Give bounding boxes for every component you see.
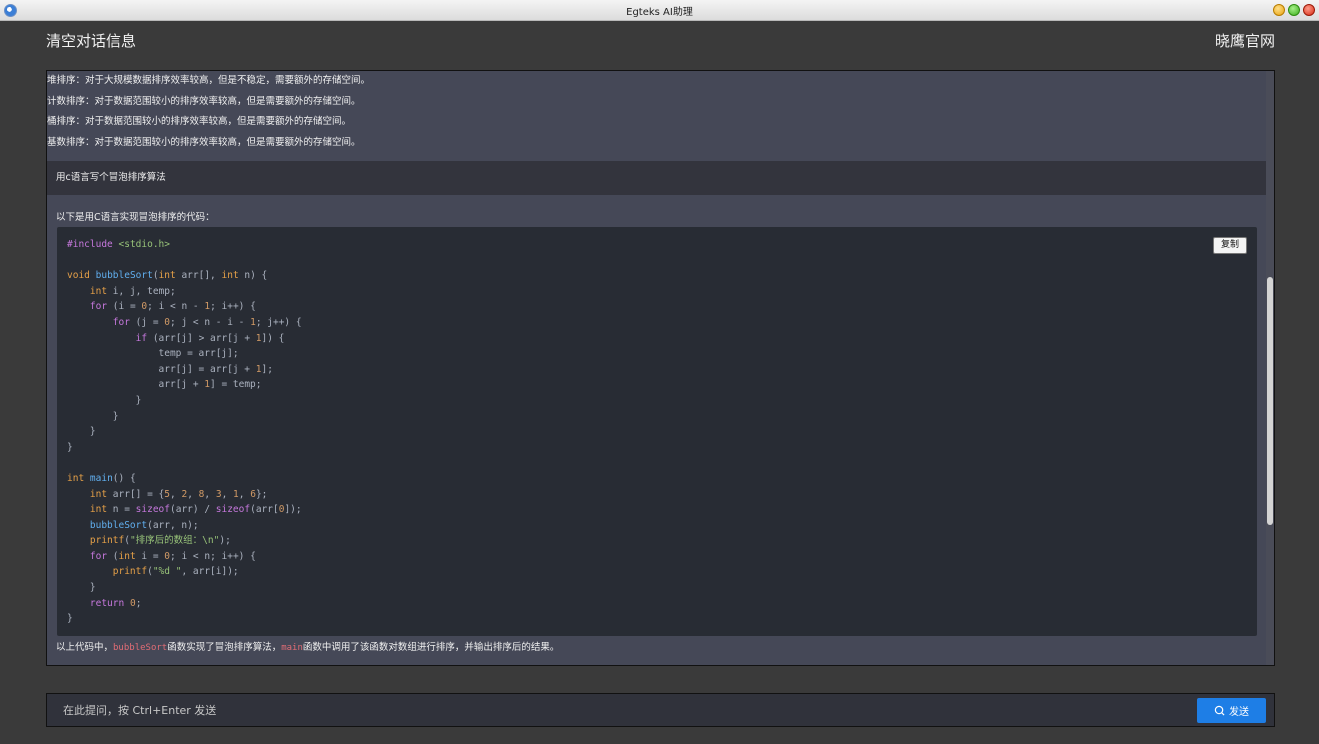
code-line: void bubbleSort(int arr[], int n) { [67,270,268,282]
code-line: arr[j + 1] = temp; [67,379,262,391]
window-title: Egteks AI助理 [626,7,693,18]
code-line: int arr[] = {5, 2, 8, 3, 1, 6}; [89,488,268,500]
code-line: } [67,613,73,625]
code-line: for (int i = 0; i < n; i++) { [89,550,256,562]
code-line: #include <stdio.h> [67,239,170,250]
code-line: } [67,394,142,406]
code-line: temp = arr[j]; [67,348,239,360]
close-button[interactable] [1303,4,1315,16]
previous-line: 基数排序：对于数据范围较小的排序效率较高，但是需要额外的存储空间。 [47,136,361,148]
code-line: int n = sizeof(arr) / sizeof(arr[0]); [89,504,302,516]
previous-line: 堆排序：对于大规模数据排序效率较高，但是不稳定，需要额外的存储空间。 [47,75,371,86]
window-titlebar: Egteks AI助理 [0,0,1319,21]
code-line: printf("排序后的数组：\n"); [89,535,231,547]
outro-part-2: 函数实现了冒泡排序算法， [167,642,282,653]
ai-intro-text: 以下是用C语言实现冒泡排序的代码： [56,212,215,223]
outro-part-3: 函数中调用了该函数对数组进行排序，并输出排序后的结果。 [302,642,560,653]
code-line: int main() { [67,472,136,484]
chat-panel: 堆排序：对于大规模数据排序效率较高，但是不稳定，需要额外的存储空间。 计数排序：对… [46,70,1275,666]
code-line: printf("%d ", arr[i]); [112,566,239,578]
official-site-link[interactable]: 晓鹰官网 [1215,30,1275,51]
send-button[interactable]: 发送 [1197,698,1266,723]
copy-button[interactable]: 复制 [1213,237,1247,254]
window-controls [1273,4,1315,16]
maximize-button[interactable] [1288,4,1300,16]
send-label: 发送 [1229,707,1249,718]
input-bar: 发送 [46,693,1275,727]
inline-code-main: main [281,643,303,653]
clear-conversation-link[interactable]: 清空对话信息 [46,30,136,51]
code-line: return 0; [89,597,142,609]
code-block: #include <stdio.h> void bubbleSort(int a… [57,227,1257,636]
send-icon [1214,705,1225,716]
code-line: for (j = 0; j < n - i - 1; j++) { [112,316,302,328]
minimize-button[interactable] [1273,4,1285,16]
user-message: 用c语言写个冒泡排序算法 [47,161,1274,195]
code-line: bubbleSort(arr, n); [89,519,199,531]
code-line: arr[j] = arr[j + 1]; [67,363,273,375]
code-line: } [67,410,119,422]
ai-outro-text: 以上代码中，bubbleSort函数实现了冒泡排序算法，main函数中调用了该函… [56,639,559,653]
code-line: } [67,441,73,453]
chat-scrollbar-thumb[interactable] [1267,277,1273,525]
previous-line: 计数排序：对于数据范围较小的排序效率较高，但是需要额外的存储空间。 [47,95,361,107]
previous-line: 桶排序：对于数据范围较小的排序效率较高，但是需要额外的存储空间。 [47,116,352,127]
chat-scrollbar[interactable] [1266,71,1274,665]
ai-message-previous: 堆排序：对于大规模数据排序效率较高，但是不稳定，需要额外的存储空间。 计数排序：对… [47,71,1274,161]
code-line: } [67,426,96,438]
code-line: int i, j, temp; [89,285,176,297]
question-input[interactable] [47,694,1187,726]
code-line: for (i = 0; i < n - 1; i++) { [89,301,256,313]
code-line: if (arr[j] > arr[j + 1]) { [135,332,285,344]
code-line: } [67,582,96,594]
code-content: #include <stdio.h> void bubbleSort(int a… [67,237,302,627]
inline-code-bubblesort: bubbleSort [113,643,168,653]
outro-part-1: 以上代码中， [56,642,114,653]
